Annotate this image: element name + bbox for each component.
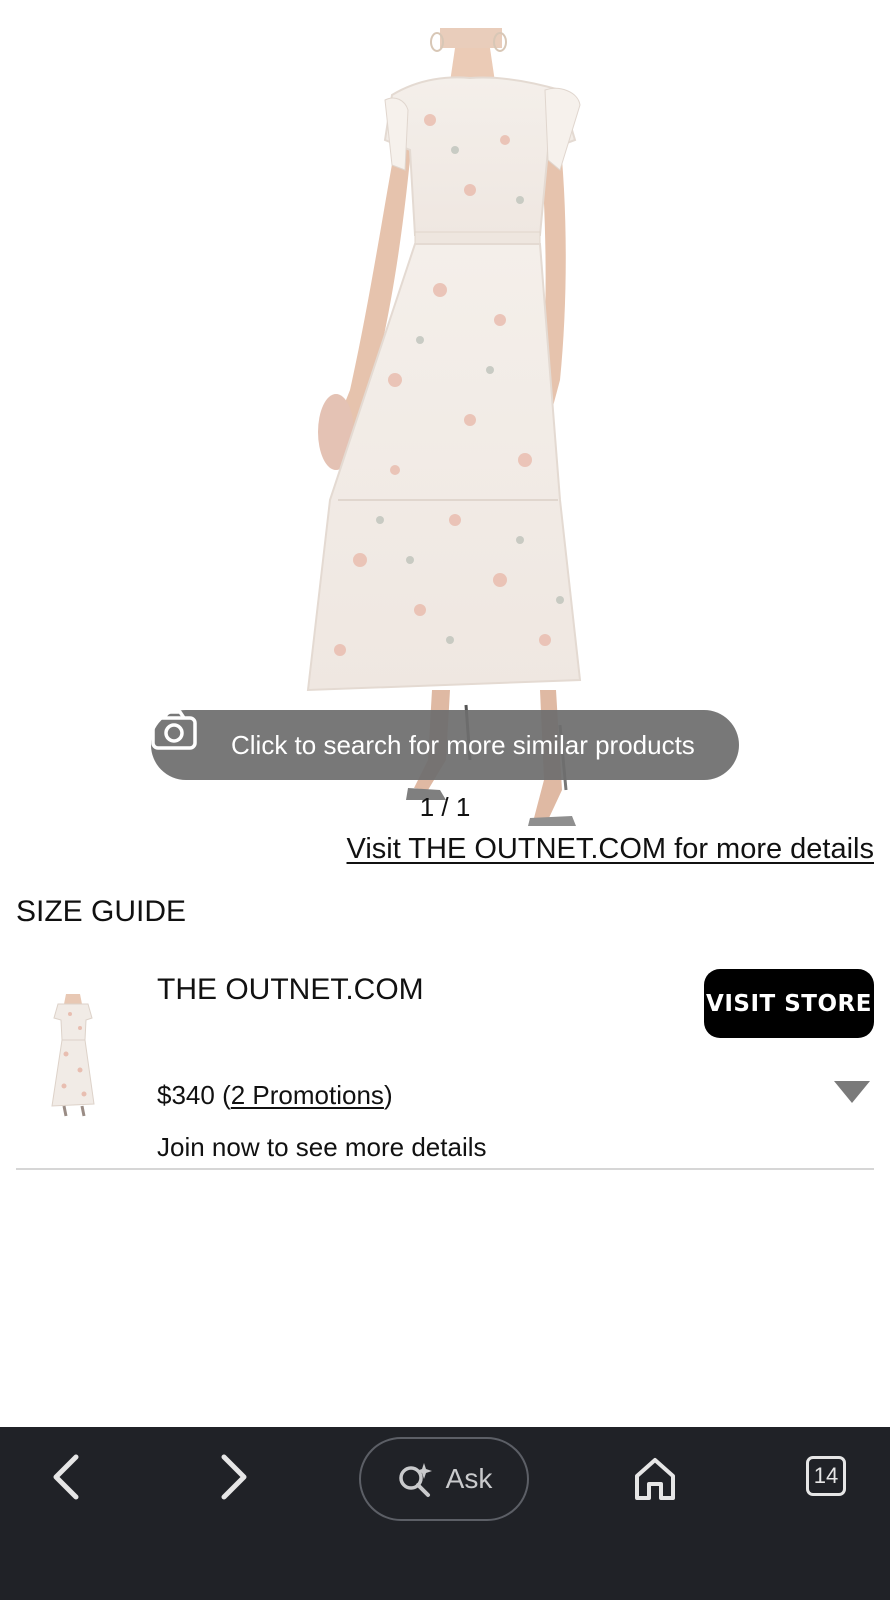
store-name: THE OUTNET.COM	[157, 973, 424, 1006]
join-prompt: Join now to see more details	[157, 1132, 487, 1162]
sparkle-search-icon	[398, 1463, 432, 1497]
image-search-label: Click to search for more similar product…	[231, 729, 695, 760]
visit-retailer-link[interactable]: Visit THE OUTNET.COM for more details	[347, 833, 874, 866]
camera-icon	[151, 710, 219, 767]
forward-button[interactable]	[210, 1454, 260, 1500]
bottom-navigation-bar: Ask 14	[0, 1427, 890, 1600]
image-counter: 1 / 1	[419, 792, 471, 822]
promotions-link[interactable]: 2 Promotions	[231, 1080, 384, 1110]
product-photo-dress	[306, 28, 582, 826]
home-icon	[635, 1458, 675, 1500]
price-line: $340 (2 Promotions)	[157, 1080, 393, 1110]
chevron-left-icon	[53, 1454, 79, 1500]
ask-button[interactable]: Ask	[359, 1437, 529, 1521]
tab-count-button[interactable]: 14	[806, 1456, 846, 1496]
visit-store-button[interactable]: VISIT STORE	[704, 969, 874, 1038]
expand-offer-caret-icon[interactable]	[834, 1081, 870, 1105]
store-offer-row: THE OUTNET.COM VISIT STORE $340 (2 Promo…	[16, 960, 874, 1170]
image-search-button[interactable]: Click to search for more similar product…	[151, 710, 739, 780]
size-guide-link[interactable]: SIZE GUIDE	[16, 895, 186, 929]
store-product-thumbnail	[51, 994, 95, 1117]
ask-label: Ask	[445, 1463, 493, 1494]
chevron-right-icon	[221, 1454, 247, 1500]
product-image[interactable]: Click to search for more similar product…	[0, 0, 890, 830]
back-button[interactable]	[40, 1454, 90, 1500]
home-button[interactable]	[630, 1455, 680, 1503]
price: $340	[157, 1080, 215, 1110]
